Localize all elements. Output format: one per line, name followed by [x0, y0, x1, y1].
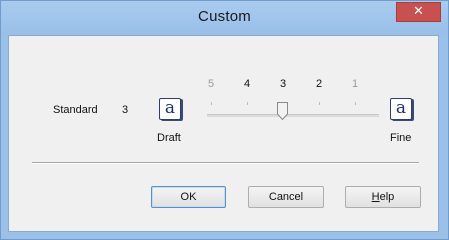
- divider: [32, 162, 419, 164]
- slider-tick-label-4: 4: [243, 78, 251, 90]
- draft-quality-icon: a: [159, 98, 181, 120]
- dialog-body: Standard 3 a Draft a Fine 5 4 3 2 1 OK C…: [8, 35, 439, 232]
- close-icon: ✕: [413, 4, 424, 19]
- help-label-rest: elp: [379, 191, 395, 203]
- dialog-title: Custom: [198, 8, 251, 25]
- ok-button[interactable]: OK: [151, 186, 226, 208]
- slider-tick-mark: [355, 102, 356, 105]
- close-button[interactable]: ✕: [396, 2, 441, 22]
- quality-slider-thumb[interactable]: [277, 102, 288, 120]
- help-button[interactable]: Help: [345, 186, 421, 208]
- slider-tick-label-2: 2: [315, 78, 323, 90]
- quality-slider-track[interactable]: [207, 114, 379, 117]
- draft-label: Draft: [157, 132, 181, 144]
- help-mnemonic: H: [371, 191, 380, 203]
- quality-label: Standard: [53, 104, 98, 116]
- quality-value: 3: [122, 104, 129, 116]
- fine-quality-icon: a: [390, 98, 412, 120]
- draft-quality-glyph: a: [164, 98, 176, 118]
- fine-label: Fine: [390, 132, 412, 144]
- slider-tick-label-3: 3: [279, 78, 287, 90]
- slider-tick-mark: [247, 102, 248, 105]
- title-bar[interactable]: Custom ✕: [1, 1, 448, 35]
- slider-tick-label-5: 5: [207, 78, 215, 90]
- fine-quality-glyph: a: [395, 98, 407, 118]
- custom-dialog: Custom ✕ Standard 3 a Draft a Fine 5 4 3…: [0, 0, 449, 240]
- slider-tick-mark: [211, 102, 212, 105]
- cancel-button[interactable]: Cancel: [248, 186, 324, 208]
- slider-tick-label-1: 1: [351, 78, 359, 90]
- slider-tick-mark: [319, 102, 320, 105]
